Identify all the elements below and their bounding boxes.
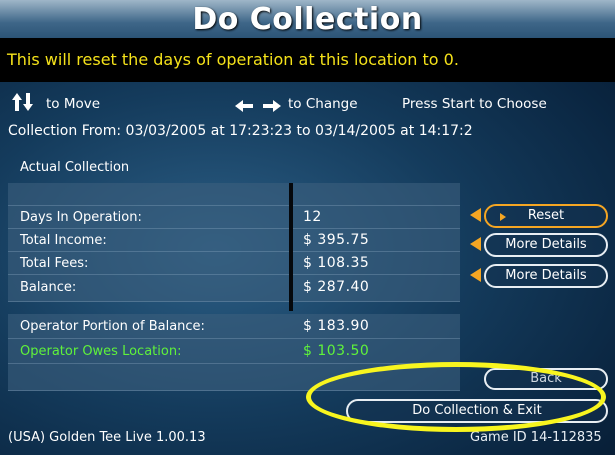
move-hint: to Move (46, 96, 101, 112)
table-header-row (8, 183, 460, 206)
row-label: Balance: (20, 280, 77, 295)
row-label: Operator Owes Location: (20, 344, 182, 359)
reset-button[interactable]: Reset (484, 204, 608, 228)
up-down-arrows-icon (12, 93, 34, 115)
row-label: Operator Portion of Balance: (20, 319, 205, 334)
row-label: Days In Operation: (20, 210, 142, 225)
row-value: $ 287.40 (303, 279, 370, 295)
left-right-arrows-icon (235, 97, 281, 116)
selection-indicator-icon (500, 213, 506, 221)
table-footer-row (8, 364, 460, 391)
more-details-fees-button[interactable]: More Details (484, 264, 608, 288)
back-button[interactable]: Back (484, 368, 608, 390)
chevron-left-icon (470, 237, 481, 251)
selection-arrow-icon (470, 208, 481, 222)
column-divider (289, 183, 293, 311)
row-value: $ 183.90 (303, 318, 370, 334)
section-label: Actual Collection (20, 160, 130, 175)
version-label: (USA) Golden Tee Live 1.00.13 (8, 430, 206, 445)
do-collection-exit-button[interactable]: Do Collection & Exit (346, 399, 608, 423)
warning-message: This will reset the days of operation at… (7, 50, 459, 69)
collection-range: Collection From: 03/03/2005 at 17:23:23 … (8, 123, 473, 139)
row-value: 12 (303, 209, 322, 225)
row-label: Total Income: (20, 233, 107, 248)
more-details-income-button[interactable]: More Details (484, 233, 608, 257)
change-hint: to Change (288, 96, 358, 112)
reset-label: Reset (527, 208, 565, 223)
row-value: $ 395.75 (303, 232, 370, 248)
row-label: Total Fees: (20, 256, 89, 271)
row-value: $ 103.50 (303, 343, 370, 359)
game-id-label: Game ID 14-112835 (470, 430, 602, 445)
choose-hint: Press Start to Choose (402, 96, 547, 112)
page-title: Do Collection (192, 2, 423, 37)
row-value: $ 108.35 (303, 255, 370, 271)
chevron-left-icon (470, 268, 481, 282)
